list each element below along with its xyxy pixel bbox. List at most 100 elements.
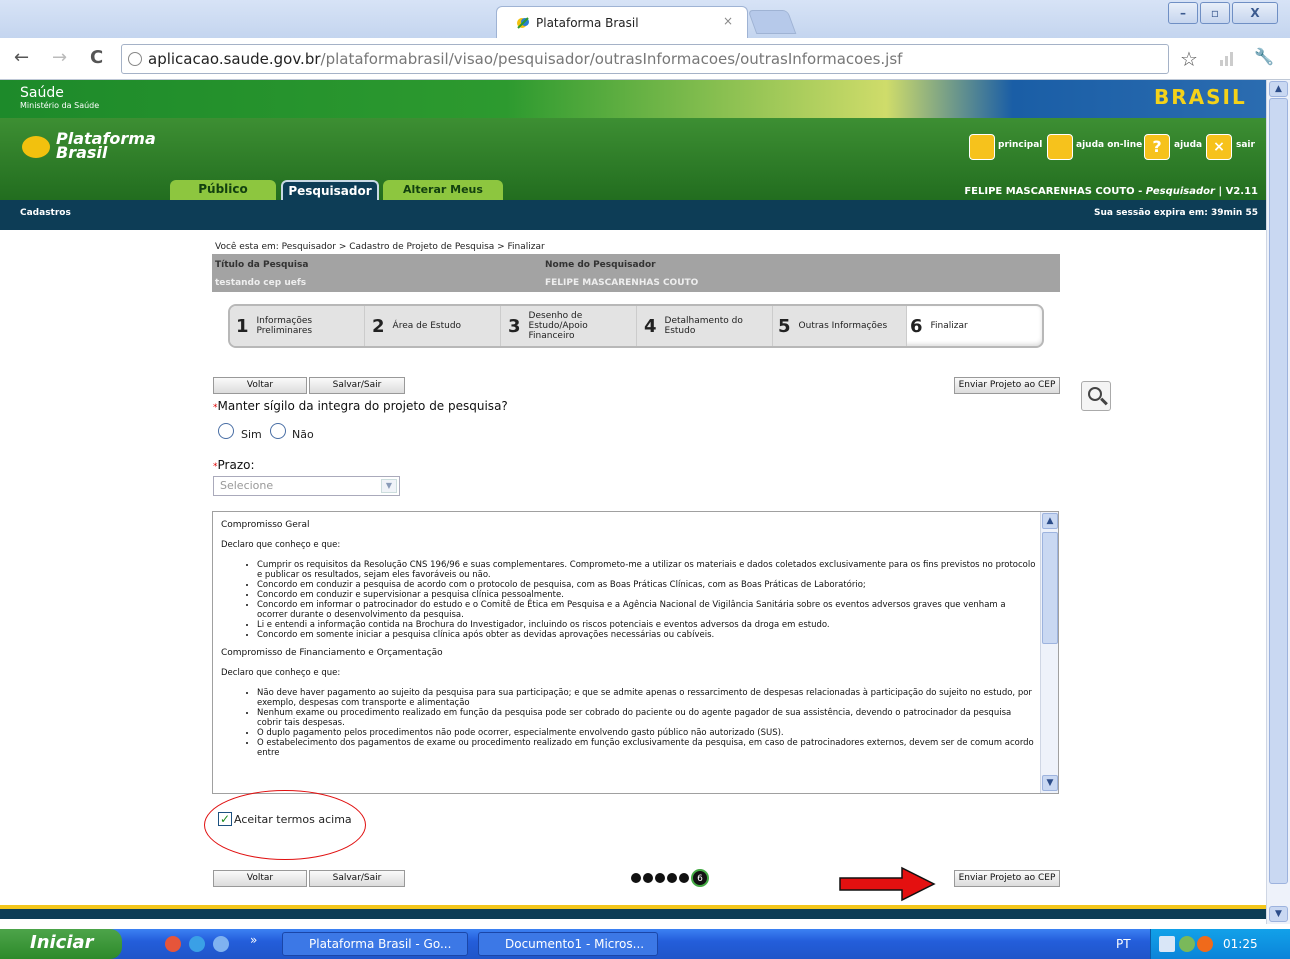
step-3[interactable]: 3 Desenho de Estudo/Apoio Financeiro [500,306,636,346]
taskbar-item-chrome[interactable]: Plataforma Brasil - Go... [282,932,468,956]
update-icon[interactable] [1179,936,1195,952]
terms-item: Cumprir os requisitos da Resolução CNS 1… [257,560,1036,580]
new-tab-button[interactable] [747,10,797,34]
step-divider [906,306,907,346]
terms-scrollbar[interactable]: ▲ ▼ [1040,512,1058,793]
project-info-box: Título da Pesquisa testando cep uefs Nom… [212,254,1060,292]
page-scroll-thumb[interactable] [1269,98,1288,884]
step-1[interactable]: 1 Informações Preliminares [230,306,364,346]
voltar-button-top[interactable]: Voltar [213,377,307,394]
taskbar-item-label: Documento1 - Micros... [505,937,645,951]
prazo-select-value: Selecione [220,479,274,492]
radio-sim[interactable] [218,423,234,439]
exit-icon[interactable]: × [1206,134,1232,160]
address-bar[interactable]: aplicacao.saude.gov.br/plataformabrasil/… [121,44,1169,74]
highlight-ellipse [204,790,366,860]
help-icon[interactable]: ? [1144,134,1170,160]
saude-header: Saúde Ministério da Saúde BRASIL [0,80,1266,118]
step-number: 2 [372,315,385,337]
user-name: FELIPE MASCARENHAS COUTO [964,186,1135,197]
quicklaunch-chevron-icon[interactable]: » [250,933,257,947]
tab-alterar-meus-dados[interactable]: Alterar Meus Dados [383,180,503,215]
pager-dot [643,873,653,883]
titulo-label: Título da Pesquisa [215,260,309,270]
radio-nao[interactable] [270,423,286,439]
browser-titlebar: Plataforma Brasil × – ▫ X [0,0,1290,38]
close-window-button[interactable]: X [1232,2,1278,24]
taskbar-item-word[interactable]: Documento1 - Micros... [478,932,658,956]
version: | V2.11 [1218,186,1258,197]
step-number: 4 [644,315,657,337]
language-indicator[interactable]: PT [1116,937,1131,951]
logo-line2: Brasil [56,143,108,162]
plataforma-brasil-logo[interactable]: Plataforma Brasil [22,131,156,161]
step-6[interactable]: 6 Finalizar [906,306,1042,346]
prazo-select[interactable]: Selecione ▼ [213,476,400,496]
security-icon[interactable] [1197,936,1213,952]
tab-pesquisador[interactable]: Pesquisador [281,180,379,200]
saude-subtitle: Ministério da Saúde [20,101,100,110]
maximize-button[interactable]: ▫ [1200,2,1230,24]
scroll-down-icon[interactable]: ▼ [1042,775,1058,791]
enviar-projeto-button-bottom[interactable]: Enviar Projeto ao CEP [954,870,1060,887]
enviar-projeto-button-top[interactable]: Enviar Projeto ao CEP [954,377,1060,394]
terms-intro: Declaro que conheço e que: [221,668,341,678]
nome-label: Nome do Pesquisador [545,260,656,270]
minimize-button[interactable]: – [1168,2,1198,24]
radio-nao-label: Não [292,428,314,441]
windows-taskbar: Iniciar » Plataforma Brasil - Go... Docu… [0,929,1290,959]
chrome-quicklaunch-icon[interactable] [165,936,181,952]
link-ajuda-online[interactable]: ajuda on-line [1076,140,1142,150]
page-info-icon[interactable] [128,52,142,66]
footer-band [0,905,1266,919]
step-divider [772,306,773,346]
user-info: FELIPE MASCARENHAS COUTO - Pesquisador |… [964,186,1258,197]
terms-content: Compromisso Geral Declaro que conheço e … [221,520,1036,766]
page-scroll-down-icon[interactable]: ▼ [1269,906,1288,922]
back-icon[interactable]: ← [14,47,29,68]
ie2-quicklaunch-icon[interactable] [213,936,229,952]
page-scroll-up-icon[interactable]: ▲ [1269,81,1288,97]
saude-title: Saúde [20,85,64,101]
step-5[interactable]: 5 Outras Informações [772,306,906,346]
link-ajuda[interactable]: ajuda [1174,140,1202,150]
home-icon[interactable] [969,134,995,160]
network-icon[interactable] [1159,936,1175,952]
pager-dot [655,873,665,883]
chevron-down-icon: ▼ [381,479,397,493]
step-2[interactable]: 2 Área de Estudo [364,306,500,346]
ie-quicklaunch-icon[interactable] [189,936,205,952]
user-help-icon[interactable] [1047,134,1073,160]
terms-item: Não deve haver pagamento ao sujeito da p… [257,688,1036,708]
link-sair[interactable]: sair [1236,140,1255,150]
salvar-sair-button-bottom[interactable]: Salvar/Sair [309,870,405,887]
terms-box[interactable]: Compromisso Geral Declaro que conheço e … [212,511,1059,794]
step-label: Detalhamento do Estudo [664,316,743,336]
terms-heading-geral: Compromisso Geral [221,520,310,530]
zoom-icon[interactable] [1081,381,1111,411]
voltar-button-bottom[interactable]: Voltar [213,870,307,887]
link-principal[interactable]: principal [998,140,1042,150]
start-label: Iniciar [30,932,94,953]
bookmark-star-icon[interactable]: ☆ [1180,47,1198,71]
scroll-up-icon[interactable]: ▲ [1042,513,1058,529]
tab-close-icon[interactable]: × [723,14,733,28]
forward-icon[interactable]: → [52,47,67,68]
step-4[interactable]: 4 Detalhamento do Estudo [636,306,772,346]
tab-publico[interactable]: Público [170,180,276,200]
browser-tab[interactable]: Plataforma Brasil × [496,6,748,38]
page-scrollbar[interactable]: ▲ ▼ [1266,80,1290,924]
browser-toolbar: ← → C aplicacao.saude.gov.br/plataformab… [0,38,1290,80]
wrench-icon[interactable]: 🔧 [1254,47,1274,66]
salvar-sair-button-top[interactable]: Salvar/Sair [309,377,405,394]
terms-item: Concordo em informar o patrocinador do e… [257,600,1036,620]
lens-handle [1100,397,1108,406]
scroll-thumb[interactable] [1042,532,1058,644]
url-path: /plataformabrasil/visao/pesquisador/outr… [320,50,903,68]
question-prazo: *Prazo: [213,458,255,472]
reload-icon[interactable]: C [90,47,103,68]
logo-mark-icon [22,136,50,158]
start-button[interactable]: Iniciar [0,929,122,959]
url-host: aplicacao.saude.gov.br [148,50,321,68]
system-tray: 01:25 [1150,929,1290,959]
